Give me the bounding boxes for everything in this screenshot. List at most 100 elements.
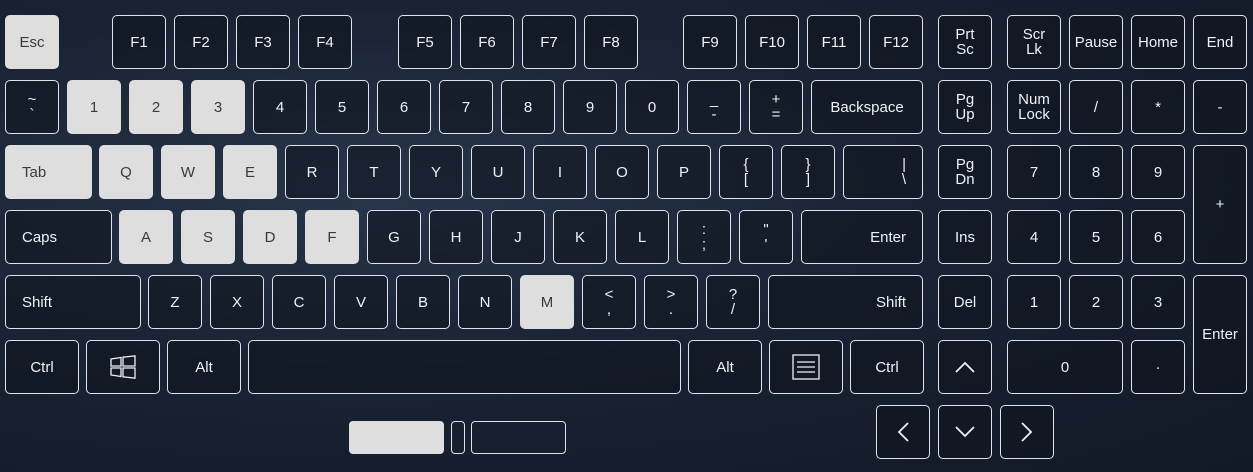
key-minus[interactable]: _ -	[687, 80, 741, 134]
key-np-mul[interactable]: *	[1131, 80, 1185, 134]
key-f6[interactable]: F6	[460, 15, 514, 69]
key-p[interactable]: P	[657, 145, 711, 199]
key-f2[interactable]: F2	[174, 15, 228, 69]
key-f12[interactable]: F12	[869, 15, 923, 69]
key-np1[interactable]: 1	[1007, 275, 1061, 329]
key-3[interactable]: 3	[191, 80, 245, 134]
key-pgup[interactable]: Pg Up	[938, 80, 992, 134]
key-np8[interactable]: 8	[1069, 145, 1123, 199]
key-numlock[interactable]: Num Lock	[1007, 80, 1061, 134]
key-f[interactable]: F	[305, 210, 359, 264]
key-np-dec[interactable]: ·	[1131, 340, 1185, 394]
key-f5[interactable]: F5	[398, 15, 452, 69]
key-0[interactable]: 0	[625, 80, 679, 134]
key-c[interactable]: C	[272, 275, 326, 329]
key-np5[interactable]: 5	[1069, 210, 1123, 264]
key-backspace[interactable]: Backspace	[811, 80, 923, 134]
key-j[interactable]: J	[491, 210, 545, 264]
key-1[interactable]: 1	[67, 80, 121, 134]
key-f1[interactable]: F1	[112, 15, 166, 69]
key-left[interactable]	[876, 405, 930, 459]
key-np7[interactable]: 7	[1007, 145, 1061, 199]
key-comma[interactable]: <,	[582, 275, 636, 329]
key-d[interactable]: D	[243, 210, 297, 264]
key-u[interactable]: U	[471, 145, 525, 199]
key-del[interactable]: Del	[938, 275, 992, 329]
key-semicolon[interactable]: :;	[677, 210, 731, 264]
key-prtsc[interactable]: Prt Sc	[938, 15, 992, 69]
key-4[interactable]: 4	[253, 80, 307, 134]
key-l[interactable]: L	[615, 210, 669, 264]
key-caps[interactable]: Caps	[5, 210, 112, 264]
key-6[interactable]: 6	[377, 80, 431, 134]
key-np3[interactable]: 3	[1131, 275, 1185, 329]
key-y[interactable]: Y	[409, 145, 463, 199]
key-down[interactable]	[938, 405, 992, 459]
key-equals[interactable]: + =	[749, 80, 803, 134]
key-r[interactable]: R	[285, 145, 339, 199]
key-f3[interactable]: F3	[236, 15, 290, 69]
key-f4[interactable]: F4	[298, 15, 352, 69]
key-scrlk[interactable]: Scr Lk	[1007, 15, 1061, 69]
key-rctrl[interactable]: Ctrl	[850, 340, 924, 394]
key-np6[interactable]: 6	[1131, 210, 1185, 264]
key-f9[interactable]: F9	[683, 15, 737, 69]
key-enter[interactable]: Enter	[801, 210, 923, 264]
key-9[interactable]: 9	[563, 80, 617, 134]
key-quote[interactable]: " '	[739, 210, 793, 264]
key-lbracket[interactable]: {[	[719, 145, 773, 199]
key-g[interactable]: G	[367, 210, 421, 264]
key-np2[interactable]: 2	[1069, 275, 1123, 329]
key-menu[interactable]	[769, 340, 843, 394]
key-space[interactable]	[248, 340, 681, 394]
key-o[interactable]: O	[595, 145, 649, 199]
key-f7[interactable]: F7	[522, 15, 576, 69]
key-lctrl[interactable]: Ctrl	[5, 340, 79, 394]
key-np-enter[interactable]: Enter	[1193, 275, 1247, 394]
key-win[interactable]	[86, 340, 160, 394]
key-np-add[interactable]: +	[1193, 145, 1247, 264]
key-n[interactable]: N	[458, 275, 512, 329]
key-b[interactable]: B	[396, 275, 450, 329]
key-np-div[interactable]: /	[1069, 80, 1123, 134]
key-lalt[interactable]: Alt	[167, 340, 241, 394]
key-rshift[interactable]: Shift	[768, 275, 923, 329]
key-right[interactable]	[1000, 405, 1054, 459]
key-v[interactable]: V	[334, 275, 388, 329]
key-8[interactable]: 8	[501, 80, 555, 134]
key-t[interactable]: T	[347, 145, 401, 199]
key-tab[interactable]: Tab	[5, 145, 92, 199]
key-ralt[interactable]: Alt	[688, 340, 762, 394]
key-f11[interactable]: F11	[807, 15, 861, 69]
key-m[interactable]: M	[520, 275, 574, 329]
key-q[interactable]: Q	[99, 145, 153, 199]
key-rbracket[interactable]: }]	[781, 145, 835, 199]
key-pgdn[interactable]: Pg Dn	[938, 145, 992, 199]
key-z[interactable]: Z	[148, 275, 202, 329]
key-ins[interactable]: Ins	[938, 210, 992, 264]
key-f8[interactable]: F8	[584, 15, 638, 69]
key-pause[interactable]: Pause	[1069, 15, 1123, 69]
key-end[interactable]: End	[1193, 15, 1247, 69]
key-np4[interactable]: 4	[1007, 210, 1061, 264]
key-a[interactable]: A	[119, 210, 173, 264]
key-s[interactable]: S	[181, 210, 235, 264]
key-np-sub[interactable]: -	[1193, 80, 1247, 134]
key-5[interactable]: 5	[315, 80, 369, 134]
key-f10[interactable]: F10	[745, 15, 799, 69]
key-period[interactable]: >.	[644, 275, 698, 329]
key-esc[interactable]: Esc	[5, 15, 59, 69]
key-backslash[interactable]: | \	[843, 145, 923, 199]
key-x[interactable]: X	[210, 275, 264, 329]
key-home[interactable]: Home	[1131, 15, 1185, 69]
key-k[interactable]: K	[553, 210, 607, 264]
key-slash[interactable]: ? /	[706, 275, 760, 329]
key-backtick[interactable]: ~ `	[5, 80, 59, 134]
key-7[interactable]: 7	[439, 80, 493, 134]
key-np9[interactable]: 9	[1131, 145, 1185, 199]
key-2[interactable]: 2	[129, 80, 183, 134]
key-lshift[interactable]: Shift	[5, 275, 141, 329]
key-up[interactable]	[938, 340, 992, 394]
key-h[interactable]: H	[429, 210, 483, 264]
key-w[interactable]: W	[161, 145, 215, 199]
